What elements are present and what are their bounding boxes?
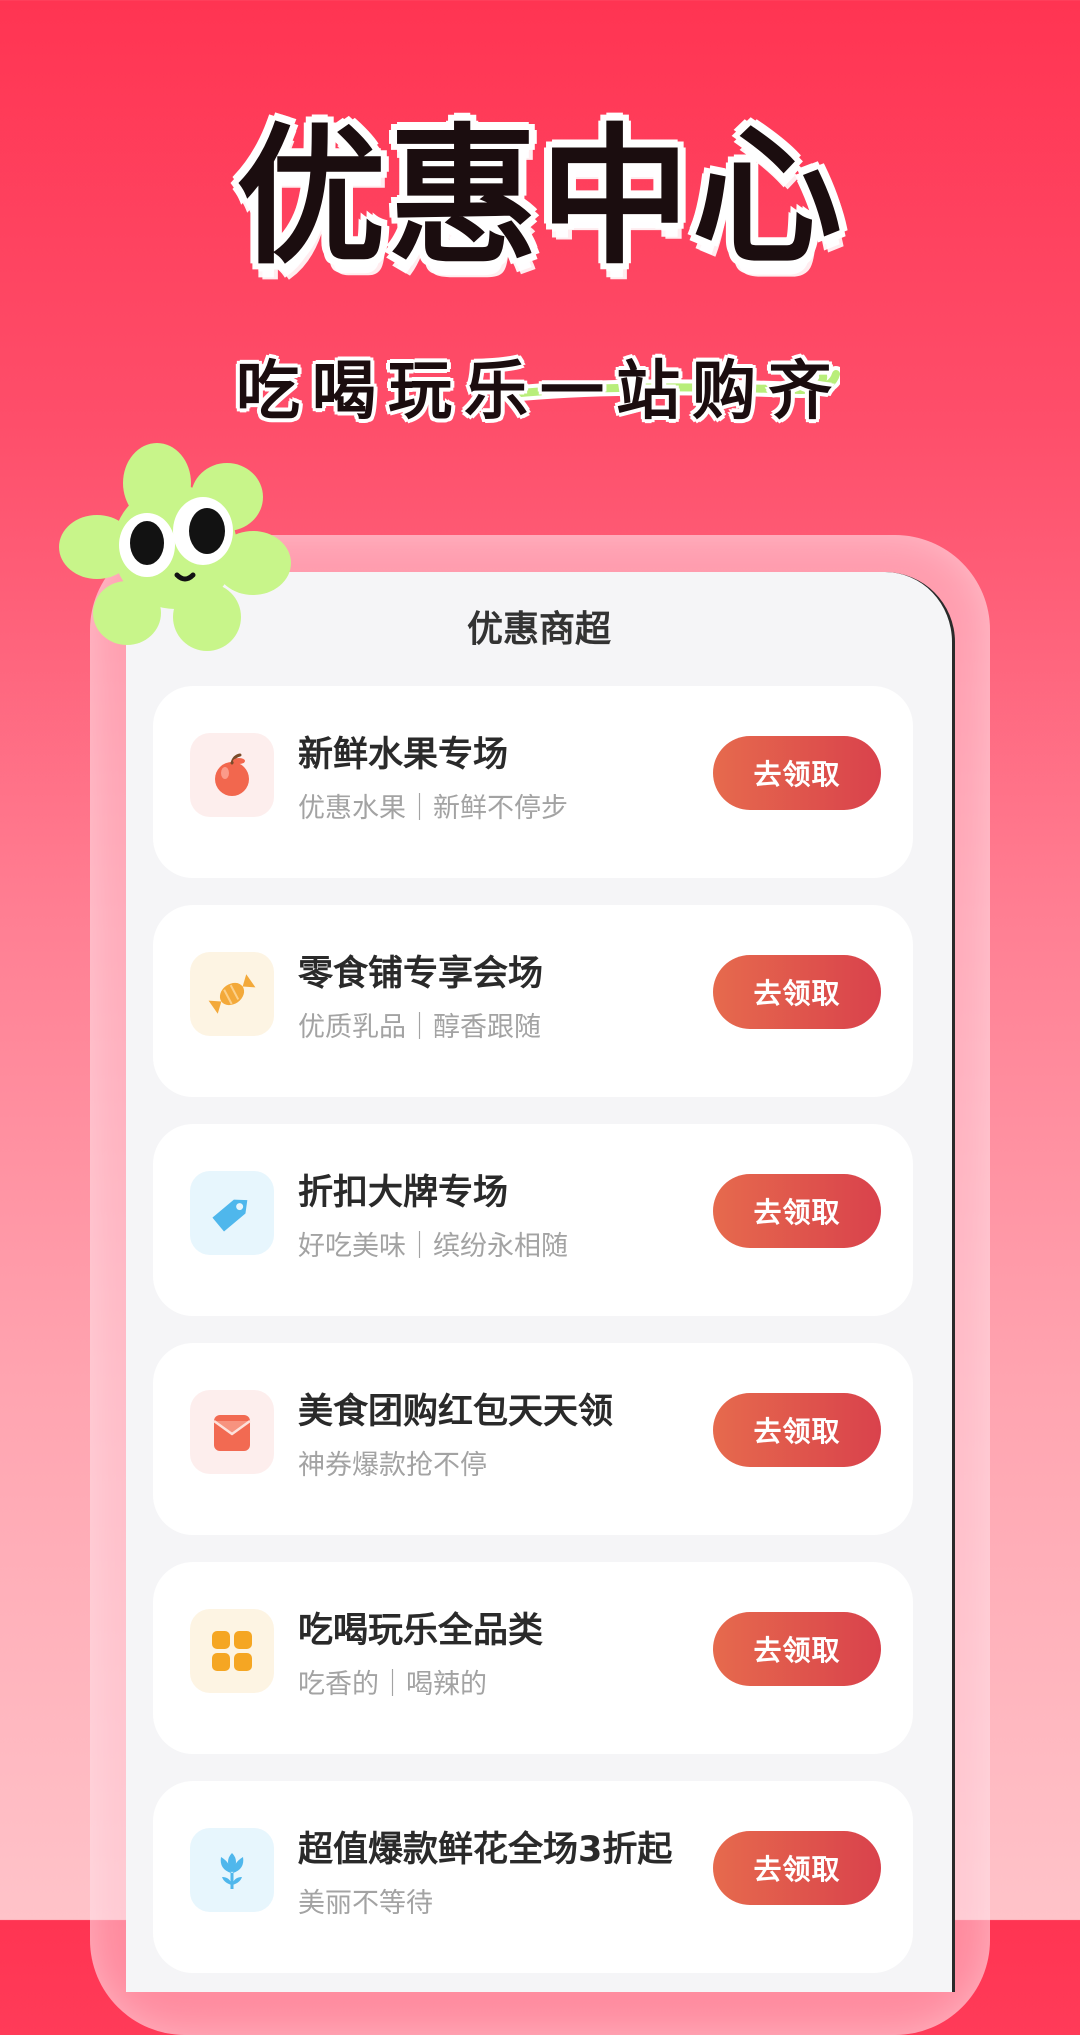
claim-button[interactable]: 去领取	[713, 1831, 881, 1905]
card-subtitle: 美丽不等待	[298, 1888, 433, 1919]
card-subtitle: 优惠水果｜新鲜不停步	[298, 793, 568, 824]
claim-button[interactable]: 去领取	[713, 1174, 881, 1248]
card-subtitle: 神券爆款抢不停	[298, 1450, 487, 1481]
hero-subtitle: 吃喝玩乐一站购齐	[236, 355, 844, 429]
card-title: 新鲜水果专场	[298, 735, 509, 775]
apple-icon	[190, 733, 274, 817]
deal-card-flowers[interactable]: 超值爆款鲜花全场3折起 美丽不等待 去领取	[153, 1781, 913, 1973]
deal-card-food-group-buy[interactable]: 美食团购红包天天领 神券爆款抢不停 去领取	[153, 1343, 913, 1535]
candy-icon	[190, 952, 274, 1036]
phone-screen: 优惠商超 新鲜水果专场 优惠水果｜新鲜不停步 去领取 零食铺专享会场 优质乳品｜…	[126, 572, 955, 1992]
card-title: 零食铺专享会场	[298, 954, 544, 994]
hero-title-area: 优惠中心	[0, 111, 1080, 402]
card-title: 超值爆款鲜花全场3折起	[298, 1830, 673, 1870]
deal-card-fresh-fruit[interactable]: 新鲜水果专场 优惠水果｜新鲜不停步 去领取	[153, 686, 913, 878]
red-envelope-icon	[190, 1390, 274, 1474]
mascot-icon	[59, 443, 291, 651]
card-title: 吃喝玩乐全品类	[298, 1611, 544, 1651]
claim-button[interactable]: 去领取	[713, 736, 881, 810]
card-title: 折扣大牌专场	[298, 1173, 509, 1213]
claim-button[interactable]: 去领取	[713, 955, 881, 1029]
deal-card-brand-discount[interactable]: 折扣大牌专场 好吃美味｜缤纷永相随 去领取	[153, 1124, 913, 1316]
deal-card-all-categories[interactable]: 吃喝玩乐全品类 吃香的｜喝辣的 去领取	[153, 1562, 913, 1754]
deal-card-snacks[interactable]: 零食铺专享会场 优质乳品｜醇香跟随 去领取	[153, 905, 913, 1097]
card-subtitle: 吃香的｜喝辣的	[298, 1669, 487, 1700]
flower-icon	[190, 1828, 274, 1912]
tag-icon	[190, 1171, 274, 1255]
claim-button[interactable]: 去领取	[713, 1612, 881, 1686]
card-subtitle: 好吃美味｜缤纷永相随	[298, 1231, 568, 1262]
grid-icon	[190, 1609, 274, 1693]
hero-title: 优惠中心	[235, 111, 844, 285]
claim-button[interactable]: 去领取	[713, 1393, 881, 1467]
card-title: 美食团购红包天天领	[298, 1392, 614, 1432]
card-subtitle: 优质乳品｜醇香跟随	[298, 1012, 541, 1043]
